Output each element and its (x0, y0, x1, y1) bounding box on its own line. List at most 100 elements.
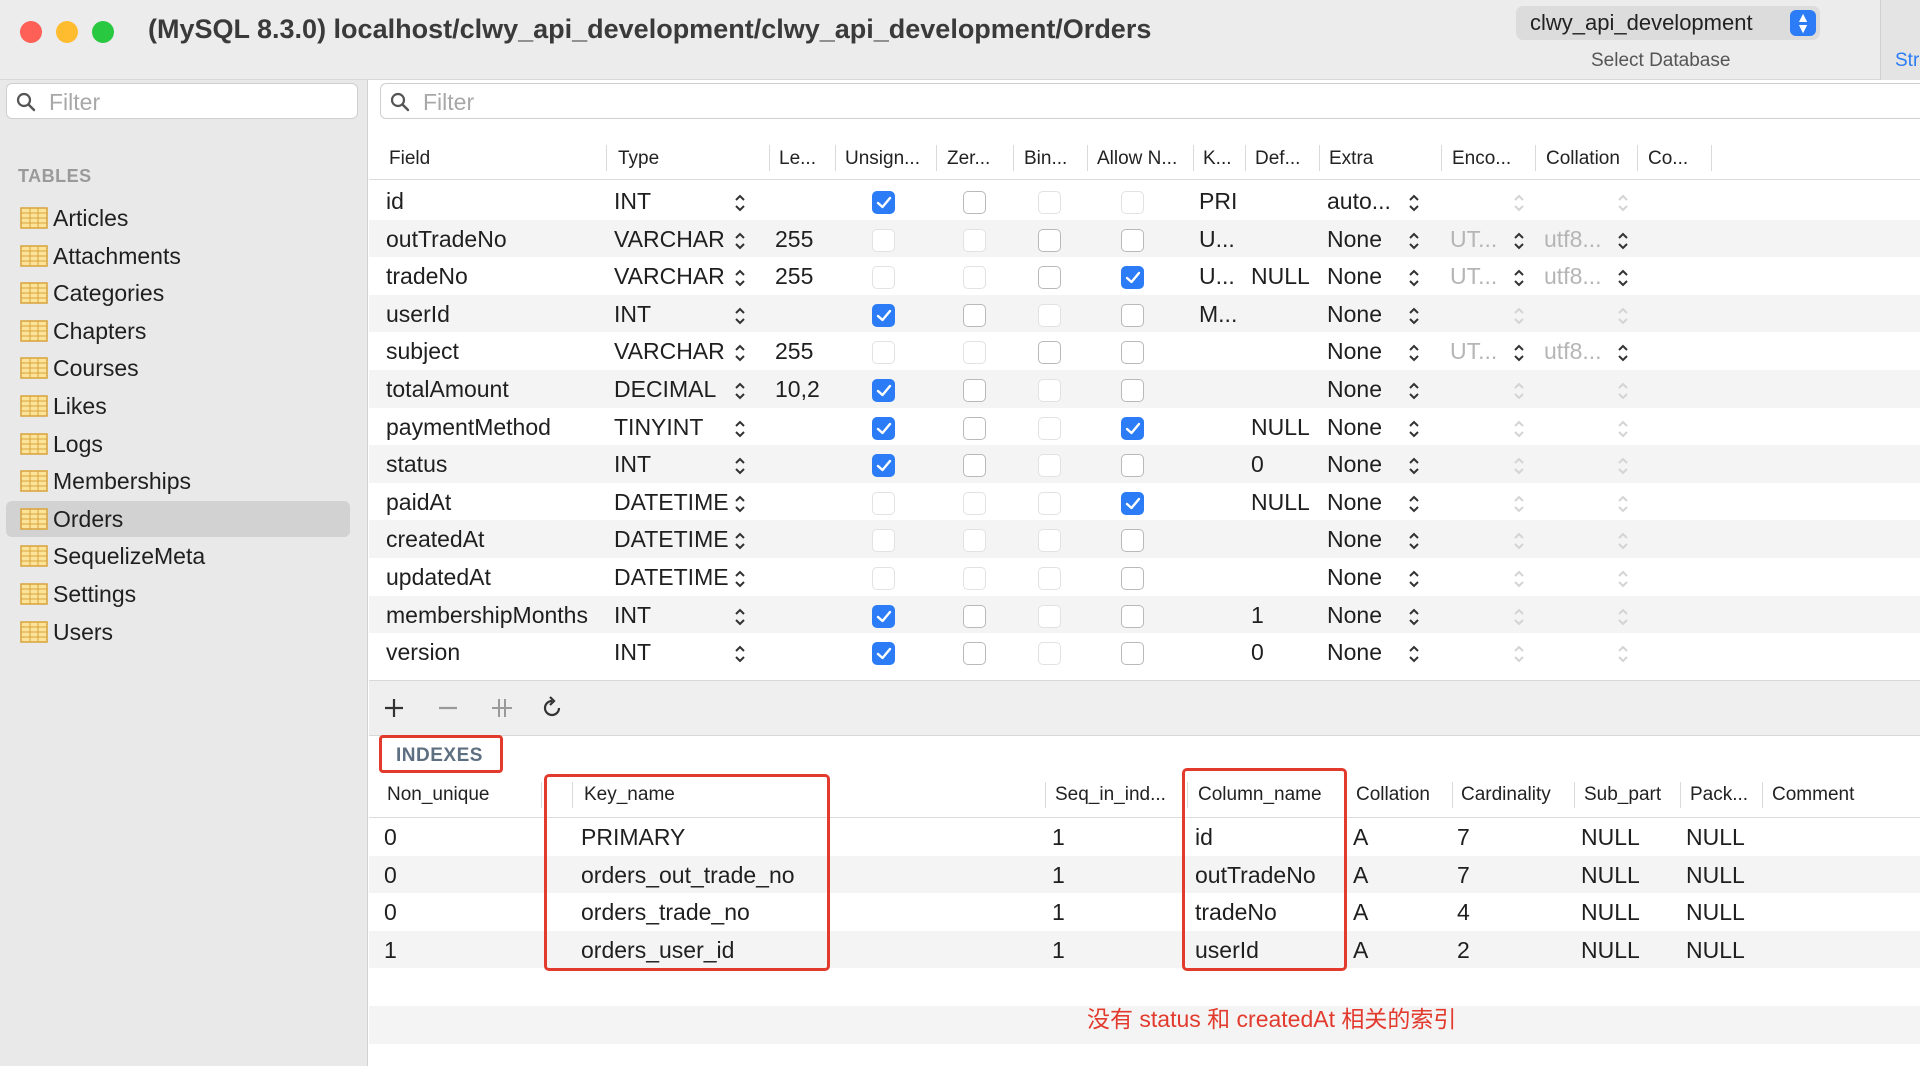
add-icon[interactable] (381, 695, 407, 721)
chevron-updown-icon[interactable] (1513, 456, 1525, 476)
binary-checkbox[interactable] (1038, 416, 1061, 440)
database-select[interactable]: clwy_api_development ▲ ▼ (1516, 6, 1820, 40)
index-seq-cell[interactable]: 1 (1052, 862, 1065, 889)
zerofill-checkbox[interactable] (963, 191, 986, 214)
chevron-updown-icon[interactable] (734, 531, 746, 551)
structure-column-header[interactable]: Le... (779, 148, 816, 170)
chevron-updown-icon[interactable] (734, 268, 746, 288)
index-non-unique-cell[interactable]: 0 (384, 824, 397, 851)
structure-column-header[interactable]: Field (389, 148, 430, 170)
table-row[interactable]: subject VARCHAR 255 None UT... utf8... (369, 332, 1920, 370)
index-seq-cell[interactable]: 1 (1052, 899, 1065, 926)
index-collation-cell[interactable]: A (1353, 899, 1368, 926)
unsigned-checkbox[interactable] (872, 529, 895, 553)
close-window-button[interactable] (20, 21, 42, 43)
encoding-cell[interactable]: UT... (1450, 263, 1497, 290)
index-packed-cell[interactable]: NULL (1686, 824, 1745, 851)
allow-null-checkbox[interactable] (1121, 379, 1144, 402)
index-seq-cell[interactable]: 1 (1052, 824, 1065, 851)
length-cell[interactable]: 255 (775, 263, 813, 290)
binary-checkbox[interactable] (1038, 303, 1061, 327)
type-cell[interactable]: INT (614, 301, 651, 328)
unsigned-checkbox[interactable] (872, 567, 895, 590)
zerofill-checkbox[interactable] (963, 567, 986, 590)
allow-null-checkbox[interactable] (1121, 266, 1144, 290)
sidebar-item-memberships[interactable]: Memberships (6, 463, 350, 499)
index-column-header[interactable]: Non_unique (387, 784, 489, 806)
zerofill-checkbox[interactable] (963, 642, 986, 666)
allow-null-checkbox[interactable] (1121, 341, 1144, 365)
length-cell[interactable]: 255 (775, 338, 813, 365)
chevron-updown-icon[interactable] (1513, 644, 1525, 664)
extra-cell[interactable]: None (1327, 602, 1382, 629)
chevron-updown-icon[interactable] (1617, 343, 1629, 363)
type-cell[interactable]: INT (614, 451, 651, 478)
structure-column-header[interactable]: Co... (1648, 148, 1688, 170)
chevron-updown-icon[interactable] (1513, 381, 1525, 401)
index-packed-cell[interactable]: NULL (1686, 899, 1745, 926)
unsigned-checkbox[interactable] (872, 454, 895, 478)
extra-cell[interactable]: None (1327, 301, 1382, 328)
allow-null-checkbox[interactable] (1121, 567, 1144, 590)
index-column-header[interactable]: Seq_in_ind... (1055, 784, 1166, 806)
type-cell[interactable]: VARCHAR (614, 226, 725, 253)
field-name-cell[interactable]: userId (386, 301, 450, 328)
chevron-updown-icon[interactable] (1617, 456, 1629, 476)
chevron-updown-icon[interactable] (1513, 419, 1525, 439)
chevron-updown-icon[interactable] (1513, 531, 1525, 551)
index-packed-cell[interactable]: NULL (1686, 862, 1745, 889)
sidebar-item-sequelizemeta[interactable]: SequelizeMeta (6, 538, 350, 574)
unsigned-checkbox[interactable] (872, 266, 895, 290)
chevron-updown-icon[interactable] (1617, 231, 1629, 251)
zerofill-checkbox[interactable] (963, 341, 986, 365)
binary-checkbox[interactable] (1038, 604, 1061, 628)
chevron-updown-icon[interactable] (734, 456, 746, 476)
remove-icon[interactable] (435, 695, 461, 721)
chevron-updown-icon[interactable] (1617, 607, 1629, 627)
index-sub-part-cell[interactable]: NULL (1581, 862, 1640, 889)
unsigned-checkbox[interactable] (872, 341, 895, 365)
type-cell[interactable]: INT (614, 188, 651, 215)
unsigned-checkbox[interactable] (872, 379, 895, 402)
chevron-updown-icon[interactable] (1617, 193, 1629, 213)
chevron-updown-icon[interactable] (1617, 494, 1629, 514)
chevron-updown-icon[interactable] (1408, 343, 1420, 363)
zerofill-checkbox[interactable] (963, 416, 986, 440)
unsigned-checkbox[interactable] (872, 191, 895, 214)
structure-column-header[interactable]: Extra (1329, 148, 1373, 170)
chevron-updown-icon[interactable] (1513, 268, 1525, 288)
chevron-updown-icon[interactable] (1408, 644, 1420, 664)
index-sub-part-cell[interactable]: NULL (1581, 899, 1640, 926)
allow-null-checkbox[interactable] (1121, 642, 1144, 666)
allow-null-checkbox[interactable] (1121, 454, 1144, 478)
collation-cell[interactable]: utf8... (1544, 226, 1602, 253)
chevron-updown-icon[interactable] (734, 231, 746, 251)
table-row[interactable]: status INT 0 None (369, 445, 1920, 483)
index-collation-cell[interactable]: A (1353, 824, 1368, 851)
index-sub-part-cell[interactable]: NULL (1581, 937, 1640, 964)
field-name-cell[interactable]: subject (386, 338, 459, 365)
sidebar-item-logs[interactable]: Logs (6, 426, 350, 462)
binary-checkbox[interactable] (1038, 491, 1061, 515)
sidebar-item-likes[interactable]: Likes (6, 388, 350, 424)
extra-cell[interactable]: None (1327, 489, 1382, 516)
tab-structure[interactable]: Str (1880, 0, 1920, 80)
chevron-updown-icon[interactable] (734, 644, 746, 664)
index-column-header[interactable]: Sub_part (1584, 784, 1661, 806)
extra-cell[interactable]: None (1327, 338, 1382, 365)
chevron-updown-icon[interactable] (1617, 306, 1629, 326)
chevron-updown-icon[interactable] (1513, 306, 1525, 326)
structure-filter-input[interactable]: Filter (380, 83, 1920, 119)
index-sub-part-cell[interactable]: NULL (1581, 824, 1640, 851)
field-name-cell[interactable]: createdAt (386, 526, 484, 553)
field-name-cell[interactable]: id (386, 188, 404, 215)
chevron-updown-icon[interactable] (734, 343, 746, 363)
zerofill-checkbox[interactable] (963, 379, 986, 402)
chevron-updown-icon[interactable] (734, 306, 746, 326)
chevron-updown-icon[interactable] (1513, 343, 1525, 363)
chevron-updown-icon[interactable] (1513, 607, 1525, 627)
table-row[interactable]: tradeNo VARCHAR 255 U... NULL None UT... utf8..… (369, 257, 1920, 295)
extra-cell[interactable]: None (1327, 639, 1382, 666)
chevron-updown-icon[interactable] (1408, 456, 1420, 476)
binary-checkbox[interactable] (1038, 567, 1061, 590)
